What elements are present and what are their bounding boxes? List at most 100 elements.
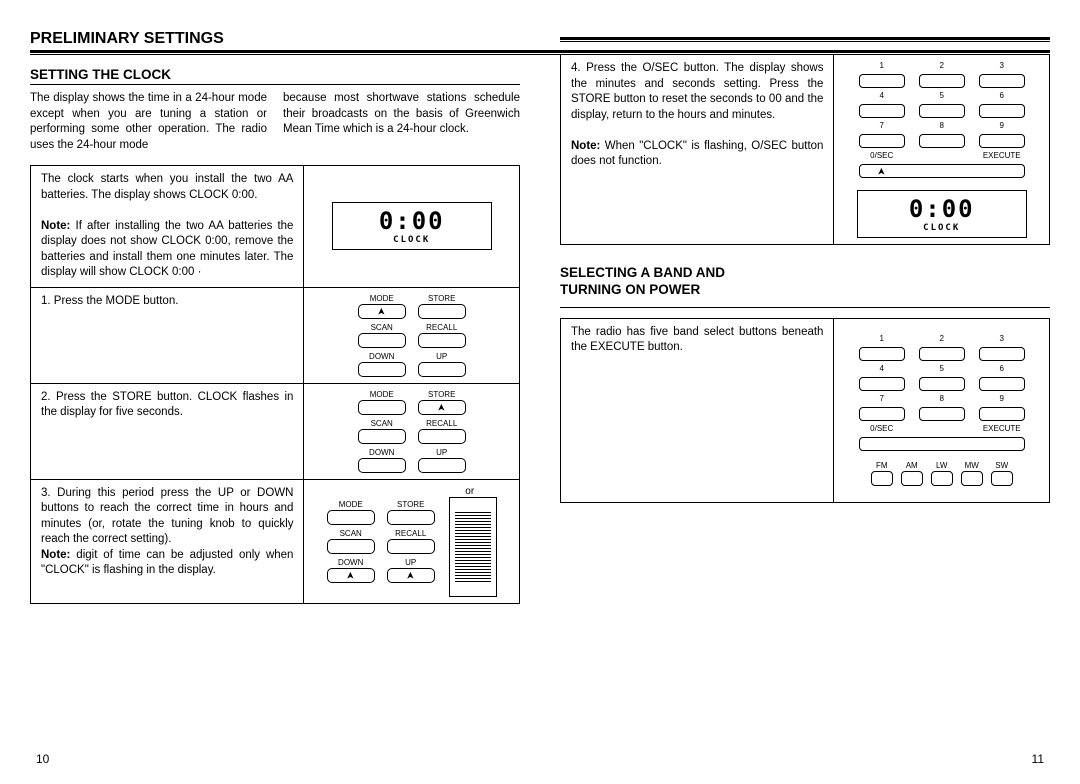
- key-3-button[interactable]: [979, 347, 1025, 361]
- recall-button[interactable]: [418, 333, 466, 348]
- intro-col1: The display shows the time in a 24-hour …: [30, 91, 267, 153]
- store-button[interactable]: [387, 510, 435, 525]
- band-table: The radio has five band select buttons b…: [560, 318, 1050, 503]
- row4-p2: When "CLOCK" is flashing, O/SEC button d…: [571, 140, 823, 168]
- key-4-label: 4: [859, 364, 905, 374]
- down-label: DOWN: [369, 352, 394, 361]
- or-label: or: [465, 486, 474, 497]
- up-button[interactable]: [418, 362, 466, 377]
- key-3-button[interactable]: [979, 74, 1025, 88]
- page-number-right: 11: [1032, 752, 1044, 766]
- tuning-knob[interactable]: [449, 497, 497, 597]
- osec-label: 0/SEC: [859, 151, 905, 161]
- key-9-label: 9: [979, 121, 1025, 131]
- key-7-button[interactable]: [859, 134, 905, 148]
- key-8-button[interactable]: [919, 407, 965, 421]
- subtitle-band-line2: TURNING ON POWER: [560, 282, 700, 297]
- mode-button[interactable]: [327, 510, 375, 525]
- right-column: 4. Press the O/SEC button. The display s…: [560, 67, 1050, 604]
- subtitle-clock: SETTING THE CLOCK: [30, 67, 520, 85]
- table-row: The radio has five band select buttons b…: [561, 319, 1049, 502]
- scan-label: SCAN: [371, 419, 393, 428]
- table-row: The clock starts when you install the tw…: [31, 166, 519, 288]
- row3-text: 3. During this period press the UP or DO…: [31, 480, 303, 603]
- mode-button[interactable]: [358, 400, 406, 415]
- key-8-button[interactable]: [919, 134, 965, 148]
- lcd-display: 0:00 CLOCK: [332, 202, 492, 250]
- row4-note-label: Note:: [571, 140, 600, 152]
- down-button[interactable]: [327, 568, 375, 583]
- table-row: 1. Press the MODE button. MODE STORE SCA…: [31, 288, 519, 384]
- scan-button[interactable]: [358, 429, 406, 444]
- row2-text: 2. Press the STORE button. CLOCK flashes…: [31, 384, 303, 479]
- sw-label: SW: [995, 461, 1008, 470]
- row5-diagram: 1 2 3 4 5 6 7 8 9: [833, 319, 1049, 502]
- row4-p1: 4. Press the O/SEC button. The display s…: [571, 62, 823, 121]
- store-button[interactable]: [418, 400, 466, 415]
- row1-text: 1. Press the MODE button.: [31, 288, 303, 383]
- mode-label: MODE: [339, 500, 363, 509]
- intro-col2: because most shortwave stations schedule…: [283, 91, 520, 153]
- recall-label: RECALL: [395, 529, 426, 538]
- key-9-button[interactable]: [979, 407, 1025, 421]
- key-5-button[interactable]: [919, 104, 965, 118]
- keypad: 1 2 3 4 5 6 7 8 9: [859, 61, 1025, 178]
- key-9-button[interactable]: [979, 134, 1025, 148]
- band-buttons: FM AM LW MW SW: [871, 461, 1013, 486]
- up-label: UP: [436, 448, 447, 457]
- row0-p2: If after installing the two AA batteries…: [41, 220, 293, 279]
- key-6-button[interactable]: [979, 377, 1025, 391]
- key-2-button[interactable]: [919, 347, 965, 361]
- up-button[interactable]: [418, 458, 466, 473]
- wide-button[interactable]: [859, 437, 1025, 451]
- key-4-button[interactable]: [859, 104, 905, 118]
- row1-diagram: MODE STORE SCAN RECALL DOWN UP: [303, 288, 519, 383]
- key-7-label: 7: [859, 121, 905, 131]
- key-6-button[interactable]: [979, 104, 1025, 118]
- down-button[interactable]: [358, 362, 406, 377]
- page-number-left: 10: [36, 752, 49, 766]
- store-button[interactable]: [418, 304, 466, 319]
- row2-diagram: MODE STORE SCAN RECALL DOWN UP: [303, 384, 519, 479]
- down-button[interactable]: [358, 458, 406, 473]
- key-2-button[interactable]: [919, 74, 965, 88]
- recall-button[interactable]: [387, 539, 435, 554]
- lw-button[interactable]: [931, 471, 953, 486]
- mw-button[interactable]: [961, 471, 983, 486]
- up-button[interactable]: [387, 568, 435, 583]
- keypad: 1 2 3 4 5 6 7 8 9: [859, 334, 1025, 451]
- lw-label: LW: [936, 461, 947, 470]
- table-row: 3. During this period press the UP or DO…: [31, 480, 519, 603]
- key-4-label: 4: [859, 91, 905, 101]
- row3-note-label: Note:: [41, 549, 70, 561]
- scan-button[interactable]: [327, 539, 375, 554]
- up-label: UP: [436, 352, 447, 361]
- scan-button[interactable]: [358, 333, 406, 348]
- key-5-button[interactable]: [919, 377, 965, 391]
- row3-p2: digit of time can be adjusted only when …: [41, 549, 293, 577]
- key-1-button[interactable]: [859, 347, 905, 361]
- table-row: 4. Press the O/SEC button. The display s…: [561, 55, 1049, 244]
- scan-label: SCAN: [340, 529, 362, 538]
- key-3-label: 3: [979, 61, 1025, 71]
- am-button[interactable]: [901, 471, 923, 486]
- sw-button[interactable]: [991, 471, 1013, 486]
- key-1-button[interactable]: [859, 74, 905, 88]
- row4-diagram: 1 2 3 4 5 6 7 8 9: [833, 55, 1049, 244]
- key-7-label: 7: [859, 394, 905, 404]
- row3-diagram: MODE STORE SCAN RECALL DOWN UP or: [303, 480, 519, 603]
- subtitle-band: SELECTING A BAND AND TURNING ON POWER: [560, 265, 1050, 301]
- key-4-button[interactable]: [859, 377, 905, 391]
- recall-label: RECALL: [426, 323, 457, 332]
- key-8-label: 8: [919, 394, 965, 404]
- key-7-button[interactable]: [859, 407, 905, 421]
- mode-label: MODE: [370, 294, 394, 303]
- recall-button[interactable]: [418, 429, 466, 444]
- row5-p: The radio has five band select buttons b…: [571, 326, 823, 354]
- key-2-label: 2: [919, 61, 965, 71]
- wide-button[interactable]: [859, 164, 1025, 178]
- mode-button[interactable]: [358, 304, 406, 319]
- row5-text: The radio has five band select buttons b…: [561, 319, 833, 502]
- store-label: STORE: [428, 294, 455, 303]
- fm-button[interactable]: [871, 471, 893, 486]
